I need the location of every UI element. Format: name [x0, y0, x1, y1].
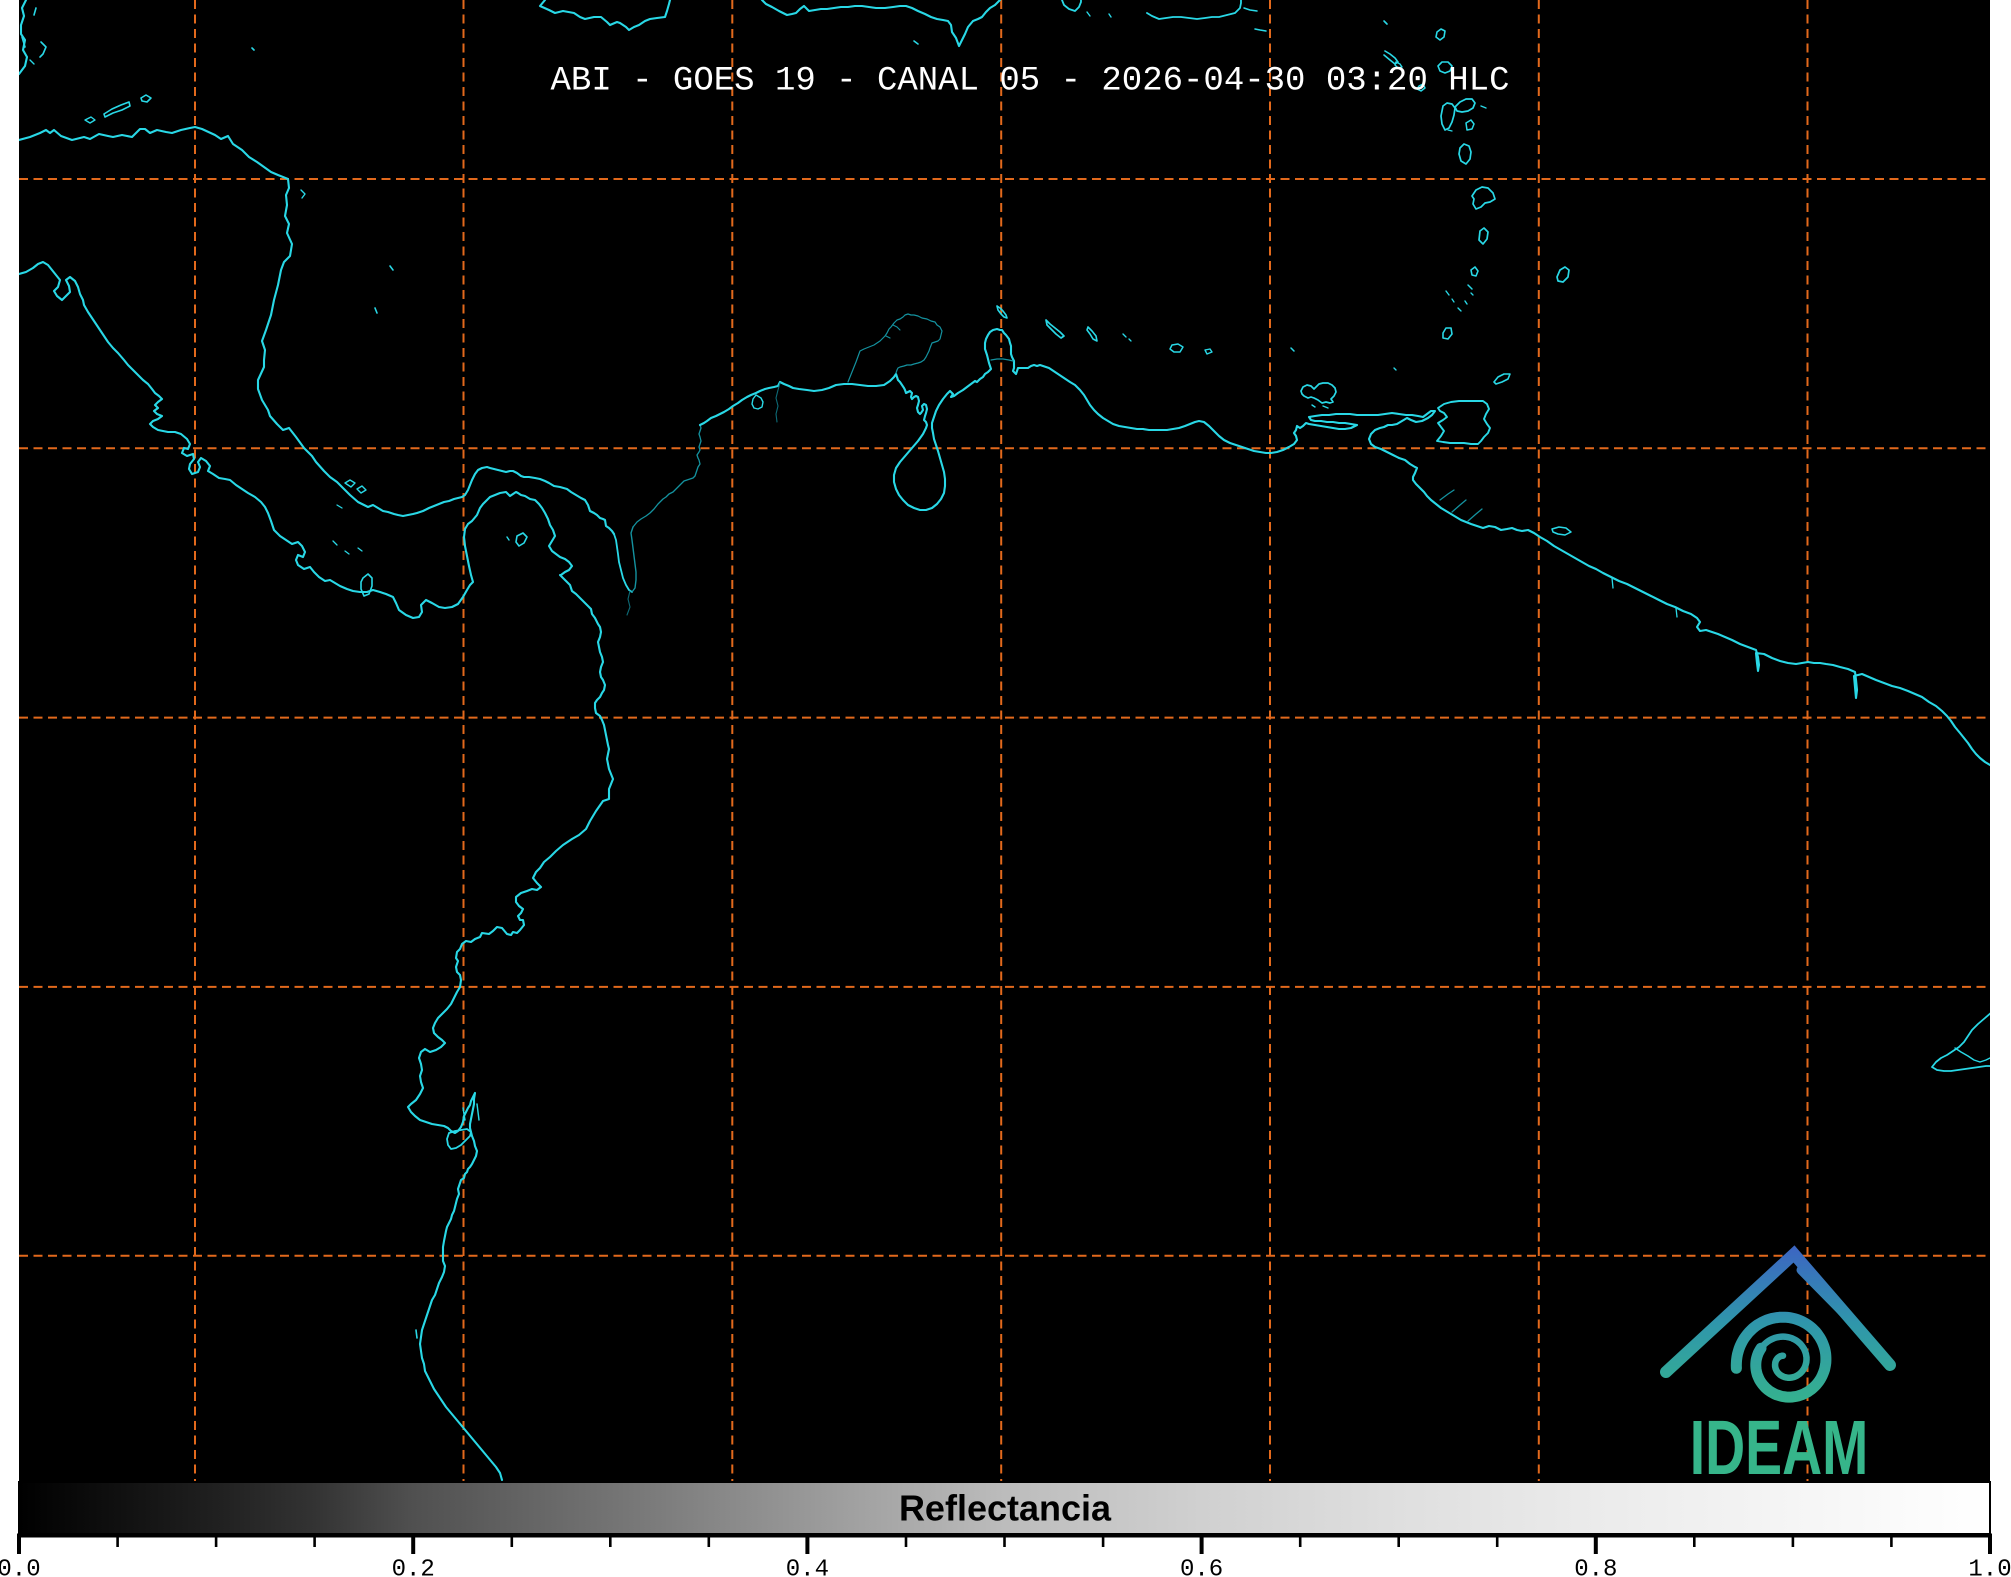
svg-text:ABI - GOES 19 - CANAL 05 - 202: ABI - GOES 19 - CANAL 05 - 2026-04-30 03… [551, 63, 1510, 101]
svg-text:0.8: 0.8 [1574, 1557, 1617, 1577]
svg-text:IDEAM: IDEAM [1690, 1405, 1869, 1491]
svg-text:1.0: 1.0 [1968, 1557, 2011, 1577]
svg-text:0.4: 0.4 [786, 1557, 829, 1577]
svg-text:Reflectancia: Reflectancia [899, 1488, 1112, 1529]
svg-text:0.2: 0.2 [392, 1557, 435, 1577]
svg-text:0.0: 0.0 [0, 1557, 41, 1577]
svg-text:0.6: 0.6 [1180, 1557, 1223, 1577]
